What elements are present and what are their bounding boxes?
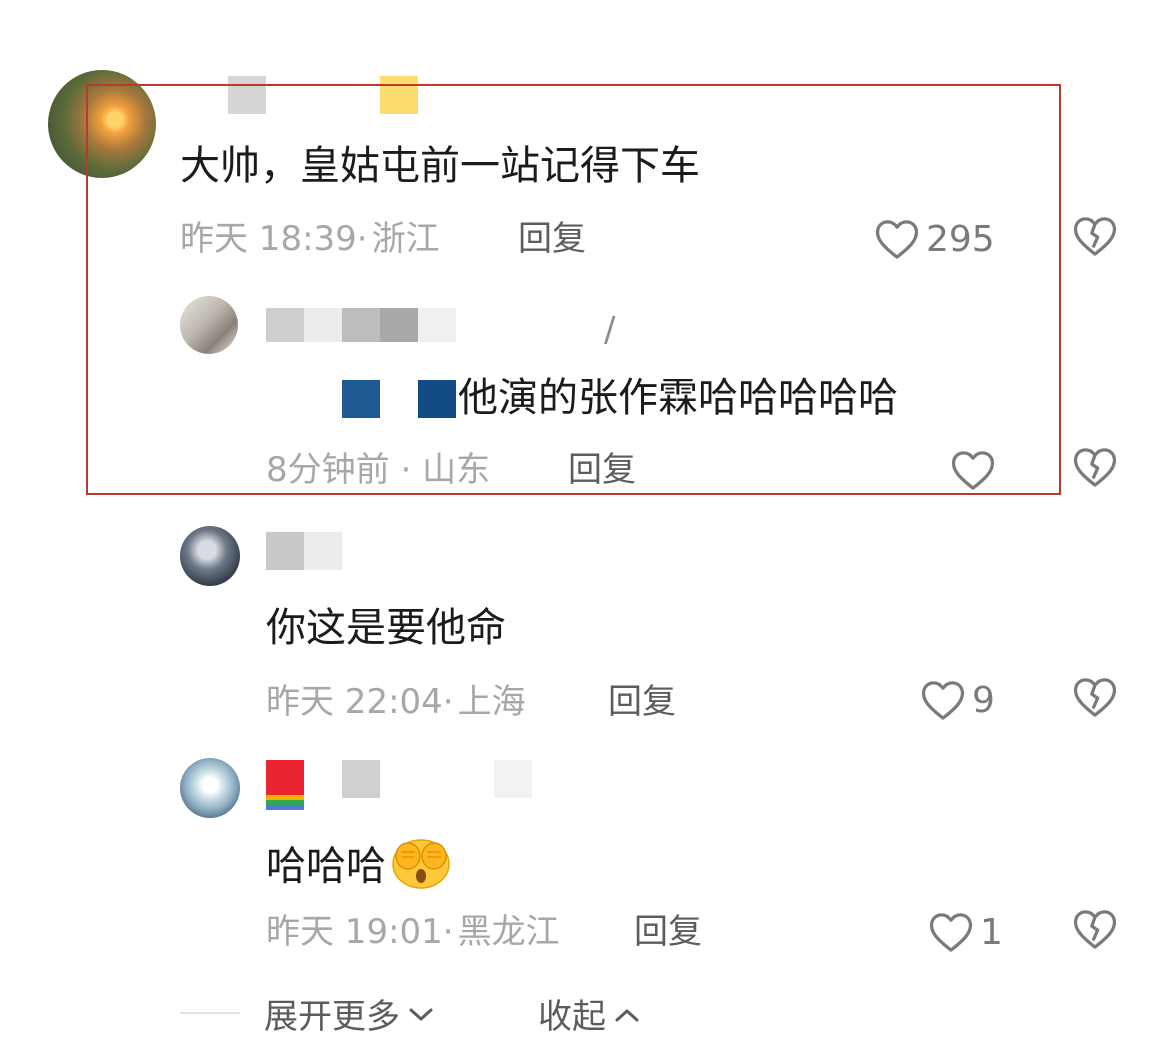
username-blurred[interactable]: [494, 760, 532, 798]
comment-time: 昨天 19:01: [266, 912, 443, 952]
comment-location: 上海: [457, 682, 526, 722]
heart-outline-icon: [920, 679, 966, 721]
comment-text: 哈哈哈: [266, 836, 452, 901]
username-blurred[interactable]: [266, 532, 342, 570]
comment-text: 你这是要他命: [266, 605, 506, 651]
dislike-button[interactable]: [1072, 908, 1120, 956]
meta-separator: ·: [356, 219, 368, 259]
reply-button[interactable]: 回复: [518, 219, 586, 259]
username-badge-blurred: [266, 760, 304, 810]
username-badge-blurred: [380, 76, 418, 114]
comment-location: 山东: [422, 450, 491, 490]
comment-time: 昨天 22:04: [266, 682, 443, 722]
comment-meta: 昨天 22:04· 上海: [266, 682, 526, 722]
dislike-button[interactable]: [1072, 446, 1120, 494]
like-button[interactable]: 9: [920, 676, 995, 724]
like-count: 295: [926, 218, 995, 260]
footer-row: 展开更多 收起: [180, 992, 640, 1037]
like-count: 1: [980, 911, 1003, 953]
mention-blurred[interactable]: [342, 380, 380, 418]
comment-meta: 8分钟前 · 山东: [266, 450, 490, 490]
divider-line: [180, 1012, 240, 1014]
comment-text: 他演的张作霖哈哈哈哈哈: [458, 375, 898, 421]
chevron-up-icon: [614, 993, 640, 1033]
mention-blurred[interactable]: [418, 380, 456, 418]
meta-separator: ·: [442, 912, 454, 952]
dislike-button[interactable]: [1072, 215, 1120, 263]
broken-heart-icon: [1072, 910, 1118, 954]
broken-heart-icon: [1072, 217, 1118, 261]
comment-text: 大帅，皇姑屯前一站记得下车: [180, 143, 700, 189]
username-blurred[interactable]: [266, 308, 456, 342]
collapse-button[interactable]: 收起: [538, 989, 640, 1038]
comment-meta: 昨天 18:39· 浙江: [180, 219, 440, 259]
collapse-label: 收起: [538, 996, 606, 1037]
avatar[interactable]: [180, 526, 240, 586]
comment-time: 昨天 18:39: [180, 219, 357, 259]
reply-to-separator: /: [604, 310, 616, 350]
chevron-down-icon: [408, 993, 434, 1033]
comment-time: 8分钟前: [266, 450, 390, 490]
like-button[interactable]: 295: [874, 215, 995, 263]
heart-outline-icon: [928, 911, 974, 953]
comment-meta: 昨天 19:01· 黑龙江: [266, 912, 560, 952]
meta-separator: ·: [400, 450, 412, 490]
expand-more-label: 展开更多: [264, 996, 400, 1037]
avatar[interactable]: [180, 758, 240, 818]
meta-separator: ·: [442, 682, 454, 722]
expand-more-button[interactable]: 展开更多: [264, 989, 434, 1038]
avatar[interactable]: [48, 70, 156, 178]
heart-outline-icon: [950, 449, 996, 491]
username-blurred[interactable]: [342, 760, 380, 798]
comment-location: 黑龙江: [457, 912, 560, 952]
broken-heart-icon: [1072, 448, 1118, 492]
reply-button[interactable]: 回复: [568, 450, 636, 490]
username-blurred[interactable]: [228, 76, 266, 114]
comment-text-content: 哈哈哈: [266, 843, 386, 890]
avatar[interactable]: [180, 296, 238, 354]
reply-button[interactable]: 回复: [608, 682, 676, 722]
comment-location: 浙江: [371, 219, 440, 259]
like-button[interactable]: 1: [928, 908, 1003, 956]
like-count: 9: [972, 679, 995, 721]
face-with-hands-over-eyes-emoji-icon: [390, 836, 452, 901]
reply-button[interactable]: 回复: [634, 912, 702, 952]
broken-heart-icon: [1072, 678, 1118, 722]
heart-outline-icon: [874, 218, 920, 260]
like-button[interactable]: [950, 446, 1002, 494]
dislike-button[interactable]: [1072, 676, 1120, 724]
